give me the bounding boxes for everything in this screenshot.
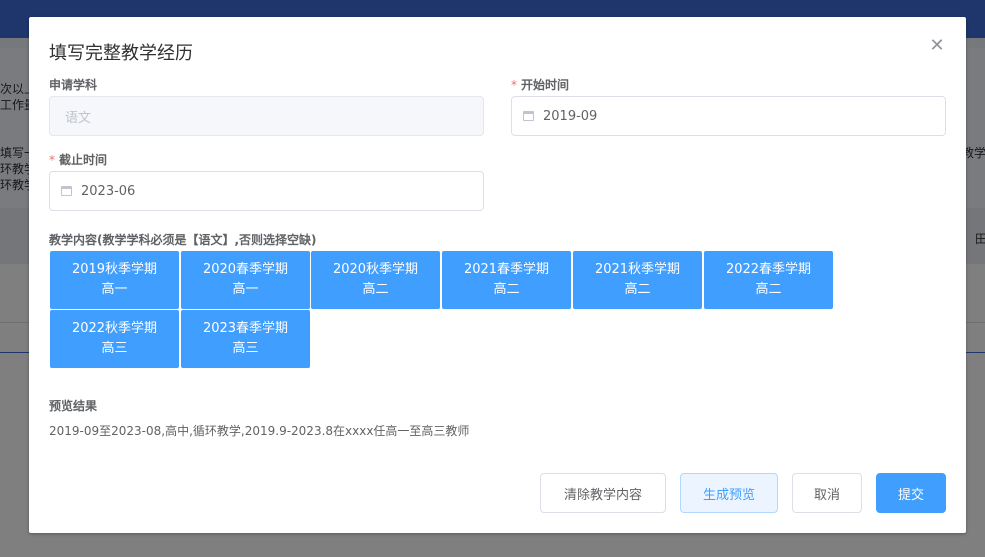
dialog-title: 填写完整教学经历 bbox=[49, 43, 193, 64]
term-name: 2019秋季学期 bbox=[71, 262, 158, 277]
cancel-button[interactable]: 取消 bbox=[792, 473, 862, 513]
start-time-label: * 开始时间 bbox=[511, 76, 569, 93]
term-button[interactable]: 2021春季学期 高二 bbox=[442, 251, 571, 309]
term-name: 2023春季学期 bbox=[202, 321, 289, 336]
term-button[interactable]: 2023春季学期 高三 bbox=[181, 310, 310, 368]
term-button[interactable]: 2022春季学期 高二 bbox=[704, 251, 833, 309]
term-button[interactable]: 2022秋季学期 高三 bbox=[50, 310, 179, 368]
calendar-icon bbox=[61, 186, 72, 196]
clear-content-button[interactable]: 清除教学内容 bbox=[540, 473, 666, 513]
submit-button[interactable]: 提交 bbox=[876, 473, 946, 513]
term-grade: 高二 bbox=[755, 282, 782, 297]
term-button[interactable]: 2021秋季学期 高二 bbox=[573, 251, 702, 309]
end-time-label-text: 截止时间 bbox=[59, 153, 108, 167]
term-name: 2022春季学期 bbox=[725, 262, 812, 277]
end-time-picker[interactable]: 2023-06 bbox=[49, 171, 484, 211]
term-grade: 高一 bbox=[232, 282, 259, 297]
subject-value: 语文 bbox=[65, 110, 92, 126]
term-button[interactable]: 2020春季学期 高一 bbox=[181, 251, 310, 309]
required-mark: * bbox=[49, 153, 55, 167]
term-grade: 高三 bbox=[101, 341, 128, 356]
preview-result-text: 2019-09至2023-08,高中,循环教学,2019.9-2023.8在xx… bbox=[49, 424, 470, 438]
end-time-label: * 截止时间 bbox=[49, 151, 107, 168]
term-grade: 高三 bbox=[232, 341, 259, 356]
term-name: 2021秋季学期 bbox=[594, 262, 681, 277]
term-name: 2021春季学期 bbox=[463, 262, 550, 277]
term-name: 2022秋季学期 bbox=[71, 321, 158, 336]
term-button[interactable]: 2019秋季学期 高一 bbox=[50, 251, 179, 309]
term-grade: 高二 bbox=[362, 282, 389, 297]
term-grade: 高二 bbox=[624, 282, 651, 297]
start-time-value: 2019-09 bbox=[543, 108, 598, 124]
start-time-picker[interactable]: 2019-09 bbox=[511, 96, 946, 136]
teaching-content-label: 教学内容(教学学科必须是【语文】,否则选择空缺) bbox=[49, 233, 317, 247]
generate-preview-button[interactable]: 生成预览 bbox=[680, 473, 778, 513]
calendar-icon bbox=[523, 111, 534, 121]
required-mark: * bbox=[511, 78, 517, 92]
term-name: 2020春季学期 bbox=[202, 262, 289, 277]
close-icon[interactable]: ✕ bbox=[928, 37, 946, 55]
term-button[interactable]: 2020秋季学期 高二 bbox=[311, 251, 440, 309]
term-grade: 高一 bbox=[101, 282, 128, 297]
end-time-value: 2023-06 bbox=[81, 183, 136, 199]
teaching-experience-dialog: 填写完整教学经历 ✕ 申请学科 语文 * 开始时间 2019-09 * 截止时间 2… bbox=[29, 17, 966, 533]
preview-label: 预览结果 bbox=[49, 399, 98, 413]
term-name: 2020秋季学期 bbox=[332, 262, 419, 277]
subject-input: 语文 bbox=[49, 96, 484, 136]
term-grade: 高二 bbox=[493, 282, 520, 297]
subject-label: 申请学科 bbox=[49, 78, 98, 92]
start-time-label-text: 开始时间 bbox=[521, 78, 570, 92]
